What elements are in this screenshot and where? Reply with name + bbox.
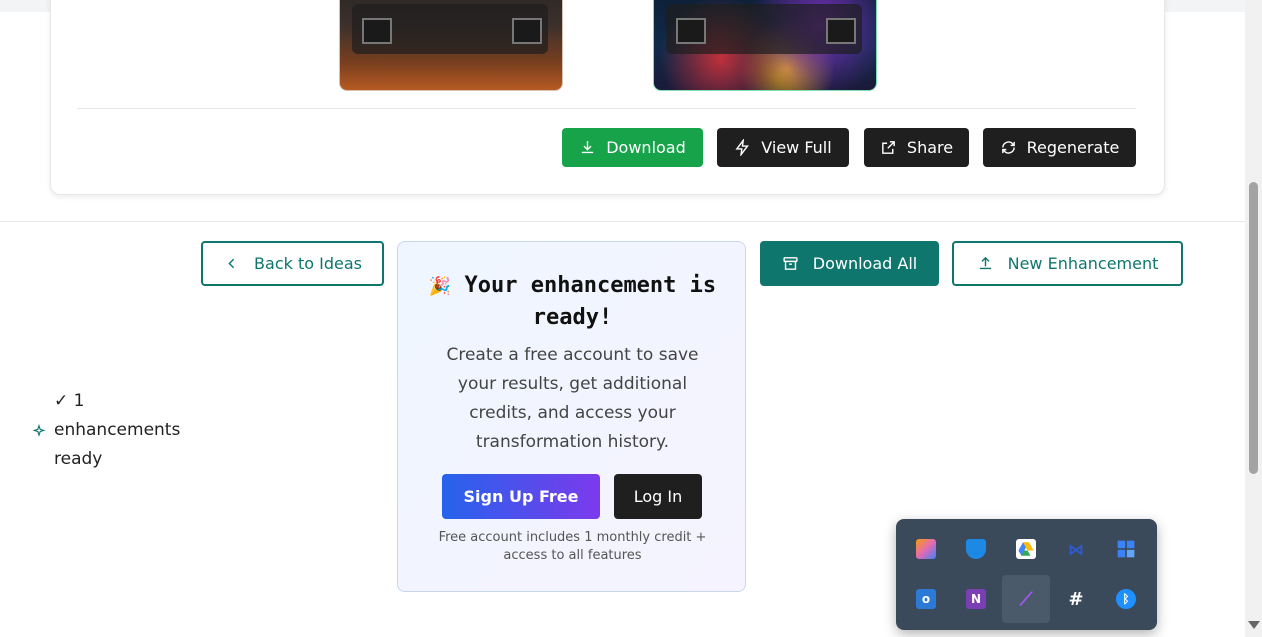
- download-all-label: Download All: [812, 254, 918, 273]
- bolt-icon: [735, 139, 750, 156]
- chevron-left-icon: [228, 258, 235, 269]
- bluetooth-icon[interactable]: ᛒ: [1102, 575, 1150, 623]
- back-label: Back to Ideas: [254, 254, 362, 273]
- defender-icon[interactable]: [952, 525, 1000, 573]
- view-full-label: View Full: [761, 138, 832, 157]
- download-label: Download: [606, 138, 686, 157]
- upload-icon: [979, 256, 991, 270]
- system-tray-overflow: ⋈ o N ⟋ # ᛒ: [896, 519, 1157, 630]
- download-icon: [582, 141, 594, 154]
- feather-app-icon[interactable]: ⟋: [1002, 575, 1050, 623]
- new-enhancement-button[interactable]: New Enhancement: [952, 241, 1183, 286]
- record-player-shape: [352, 4, 548, 54]
- latch: [826, 18, 856, 44]
- signup-prompt-panel: 🎉 Your enhancement is ready! Create a fr…: [397, 241, 746, 592]
- scroll-down-arrow-icon[interactable]: [1248, 621, 1260, 629]
- latch: [676, 18, 706, 44]
- outlook-icon[interactable]: o: [902, 575, 950, 623]
- download-button[interactable]: Download: [562, 128, 703, 167]
- archive-icon: [783, 257, 798, 270]
- modal-title-text: Your enhancement is ready!: [464, 273, 717, 330]
- record-player-shape: [666, 4, 862, 54]
- share-label: Share: [906, 138, 954, 157]
- external-link-icon: [882, 141, 895, 154]
- regenerate-label: Regenerate: [1026, 138, 1120, 157]
- original-image-thumbnail[interactable]: [339, 0, 563, 91]
- latch: [362, 18, 392, 44]
- log-in-button[interactable]: Log In: [614, 474, 702, 519]
- onenote-icon[interactable]: N: [952, 575, 1000, 623]
- google-drive-icon[interactable]: [1002, 525, 1050, 573]
- regenerate-button[interactable]: Regenerate: [983, 128, 1136, 167]
- new-enhancement-label: New Enhancement: [1007, 254, 1159, 273]
- result-card: Download View Full Share Regenerate: [50, 0, 1165, 195]
- modal-body: Create a free account to save your resul…: [446, 345, 699, 452]
- modal-title: 🎉 Your enhancement is ready!: [418, 270, 727, 333]
- download-all-button[interactable]: Download All: [760, 241, 939, 286]
- party-popper-icon: 🎉: [428, 276, 452, 297]
- sparkle-icon: [32, 423, 46, 437]
- meet-icon[interactable]: ⋈: [1052, 525, 1100, 573]
- latch: [512, 18, 542, 44]
- back-to-ideas-button[interactable]: Back to Ideas: [201, 241, 384, 286]
- section-divider: [0, 221, 1245, 222]
- vertical-scrollbar[interactable]: [1245, 0, 1262, 637]
- sign-up-free-button[interactable]: Sign Up Free: [442, 474, 600, 519]
- status-text: ✓ 1 enhancements ready: [54, 391, 181, 469]
- share-button[interactable]: Share: [864, 128, 969, 167]
- modal-footnote: Free account includes 1 monthly credit +…: [438, 530, 707, 563]
- slack-icon[interactable]: #: [1052, 575, 1100, 623]
- view-full-button[interactable]: View Full: [717, 128, 849, 167]
- refresh-icon: [1001, 141, 1015, 154]
- scrollbar-thumb[interactable]: [1249, 182, 1258, 474]
- grid-app-icon[interactable]: [1102, 525, 1150, 573]
- enhancement-status: ✓ 1 enhancements ready: [32, 387, 204, 474]
- copilot-icon[interactable]: [902, 525, 950, 573]
- card-divider: [77, 108, 1136, 109]
- enhanced-image-thumbnail[interactable]: [653, 0, 877, 91]
